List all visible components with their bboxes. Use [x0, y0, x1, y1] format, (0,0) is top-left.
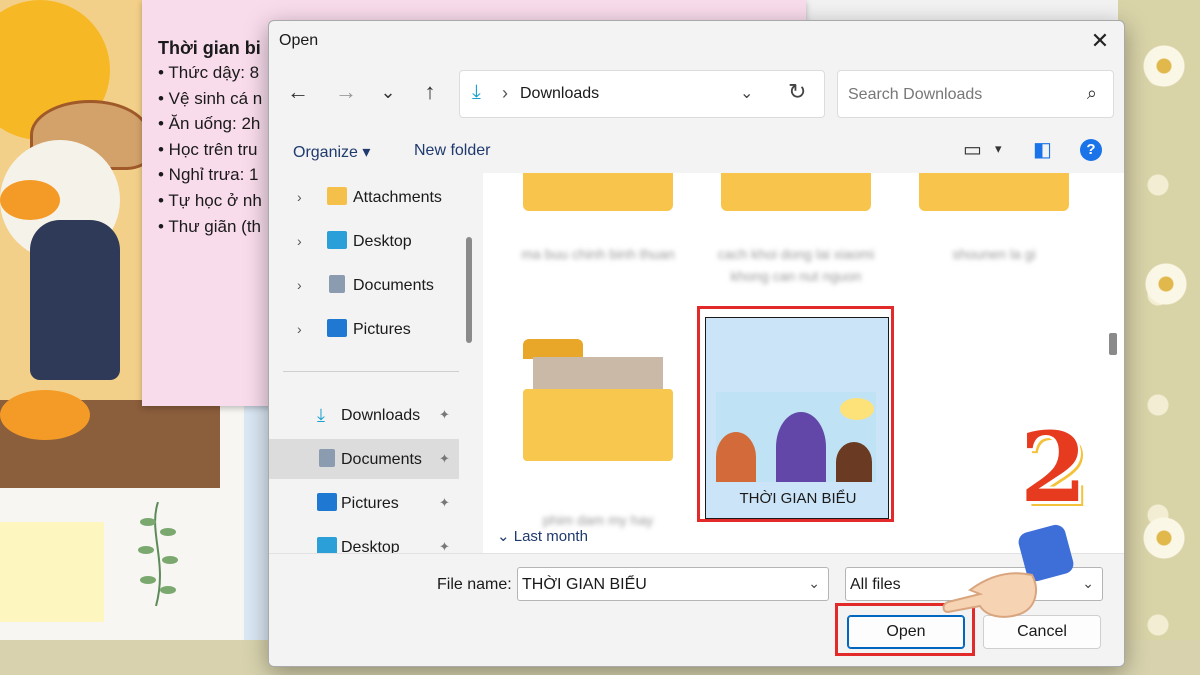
folder-icon	[327, 187, 347, 205]
folder-icon[interactable]	[721, 173, 871, 211]
address-bar[interactable]: ⤓ › Downloads ⌄ ↻	[459, 70, 825, 118]
refresh-icon[interactable]: ↻	[788, 79, 806, 105]
flower-decor	[1142, 516, 1186, 560]
background-decor-right	[1118, 0, 1200, 675]
preview-pane-icon[interactable]: ◧	[1033, 137, 1052, 162]
quick-access-documents[interactable]: Documents ✦	[269, 439, 459, 479]
nav-item-attachments[interactable]: › Attachments	[269, 177, 459, 217]
help-icon[interactable]: ?	[1080, 139, 1102, 161]
up-arrow-icon[interactable]: ↑	[415, 77, 445, 107]
schedule-item: • Nghỉ trưa: 1	[158, 165, 259, 185]
pointing-hand-icon	[942, 524, 1074, 618]
download-icon: ⤓	[317, 405, 325, 425]
sticky-note	[0, 522, 104, 622]
forward-arrow-icon[interactable]: →	[331, 77, 361, 107]
desktop-icon	[317, 537, 337, 553]
schedule-item: • Học trên tru	[158, 139, 258, 159]
file-name-label: File name:	[437, 576, 512, 593]
chevron-down-icon[interactable]: ⌄	[1082, 575, 1094, 592]
desktop-icon	[327, 231, 347, 249]
download-icon: ⤓	[472, 81, 481, 103]
nav-item-desktop[interactable]: › Desktop	[269, 221, 459, 261]
nav-item-pictures[interactable]: › Pictures	[269, 309, 459, 349]
nav-item-label: Downloads	[341, 407, 421, 424]
quick-access-pictures[interactable]: Pictures ✦	[269, 483, 459, 523]
file-name-blurred[interactable]: cach khoi dong lai xiaomi khong can nut …	[711, 243, 881, 287]
dialog-title: Open	[279, 32, 319, 49]
nav-item-documents[interactable]: › Documents	[269, 265, 459, 305]
command-toolbar: Organize ▾ New folder ▭ ▾ ◧ ?	[269, 127, 1124, 173]
pin-icon[interactable]: ✦	[439, 539, 450, 553]
pictures-icon	[317, 493, 337, 511]
quick-access-desktop[interactable]: Desktop ✦	[269, 527, 459, 553]
expand-chevron-icon[interactable]: ›	[297, 233, 302, 249]
file-name-blurred[interactable]: shounen la gi	[909, 243, 1079, 265]
path-separator-icon: ›	[502, 83, 508, 103]
group-header-last-month[interactable]: ⌄ Last month	[497, 527, 588, 545]
expand-chevron-icon[interactable]: ›	[297, 189, 302, 205]
navigation-bar: ← → ⌄ ↑ ⤓ › Downloads ⌄ ↻ Search Downloa…	[269, 67, 1124, 118]
schedule-item: • Thức dậy: 8	[158, 63, 260, 82]
nav-item-label: Documents	[341, 451, 422, 468]
nav-item-label: Pictures	[353, 321, 411, 338]
chevron-down-icon[interactable]: ⌄	[808, 575, 820, 592]
schedule-item: • Ăn uống: 2h	[158, 114, 261, 134]
documents-icon	[329, 275, 345, 293]
nav-divider	[283, 371, 459, 372]
address-path[interactable]: Downloads	[520, 85, 599, 103]
navigation-pane: › Attachments › Desktop › Documents › Pi…	[269, 173, 483, 553]
search-input[interactable]: Search Downloads ⌕	[837, 70, 1114, 118]
pin-icon[interactable]: ✦	[439, 495, 450, 511]
nav-item-label: Desktop	[341, 539, 400, 553]
pin-icon[interactable]: ✦	[439, 451, 450, 467]
schedule-title: Thời gian bi	[158, 38, 261, 58]
highlight-box-selected-file	[697, 306, 894, 522]
background-card	[806, 0, 1118, 22]
flower-decor	[1142, 44, 1186, 88]
nav-item-label: Documents	[353, 277, 434, 294]
close-icon[interactable]: ✕	[1086, 27, 1114, 55]
folder-icon[interactable]	[523, 339, 673, 461]
nav-item-label: Pictures	[341, 495, 399, 512]
view-dropdown-icon[interactable]: ▾	[995, 141, 1002, 157]
schedule-item: • Tự học ở nh	[158, 190, 262, 210]
address-dropdown-icon[interactable]: ⌄	[740, 83, 753, 103]
file-type-value: All files	[850, 576, 901, 593]
folder-icon[interactable]	[523, 173, 673, 211]
file-name-blurred[interactable]: ma buu chinh binh thuan	[513, 243, 683, 265]
search-icon[interactable]: ⌕	[1087, 83, 1097, 104]
step-number: 2	[1020, 411, 1087, 524]
flower-decor	[1144, 262, 1188, 306]
view-mode-icon[interactable]: ▭	[963, 137, 982, 162]
file-list-scrollbar[interactable]	[1109, 333, 1117, 355]
nav-pane-scrollbar[interactable]	[466, 237, 472, 343]
nav-item-label: Desktop	[353, 233, 412, 250]
expand-chevron-icon[interactable]: ›	[297, 277, 302, 293]
search-placeholder: Search Downloads	[848, 86, 983, 103]
pin-icon[interactable]: ✦	[439, 407, 450, 423]
file-name-value[interactable]: THỜI GIAN BIỂU	[522, 576, 647, 594]
quick-access-downloads[interactable]: ⤓ Downloads ✦	[269, 395, 459, 435]
dialog-titlebar[interactable]: Open ✕	[269, 21, 1124, 61]
folder-icon[interactable]	[919, 173, 1069, 211]
recent-locations-chevron-icon[interactable]: ⌄	[373, 77, 403, 107]
schedule-item: • Thư giãn (th	[158, 216, 262, 236]
new-folder-button[interactable]: New folder	[414, 142, 490, 160]
file-name-field[interactable]: THỜI GIAN BIỂU ⌄	[517, 567, 829, 601]
plant-illustration	[138, 502, 178, 606]
documents-icon	[319, 449, 335, 467]
back-arrow-icon[interactable]: ←	[283, 77, 313, 107]
organize-menu-button[interactable]: Organize ▾	[293, 142, 370, 162]
pictures-icon	[327, 319, 347, 337]
nav-item-label: Attachments	[353, 189, 442, 206]
schedule-list: • Thức dậy: 8 • Vệ sinh cá n • Ăn uống: …	[158, 63, 262, 242]
schedule-item: • Vệ sinh cá n	[158, 88, 263, 108]
expand-chevron-icon[interactable]: ›	[297, 321, 302, 337]
